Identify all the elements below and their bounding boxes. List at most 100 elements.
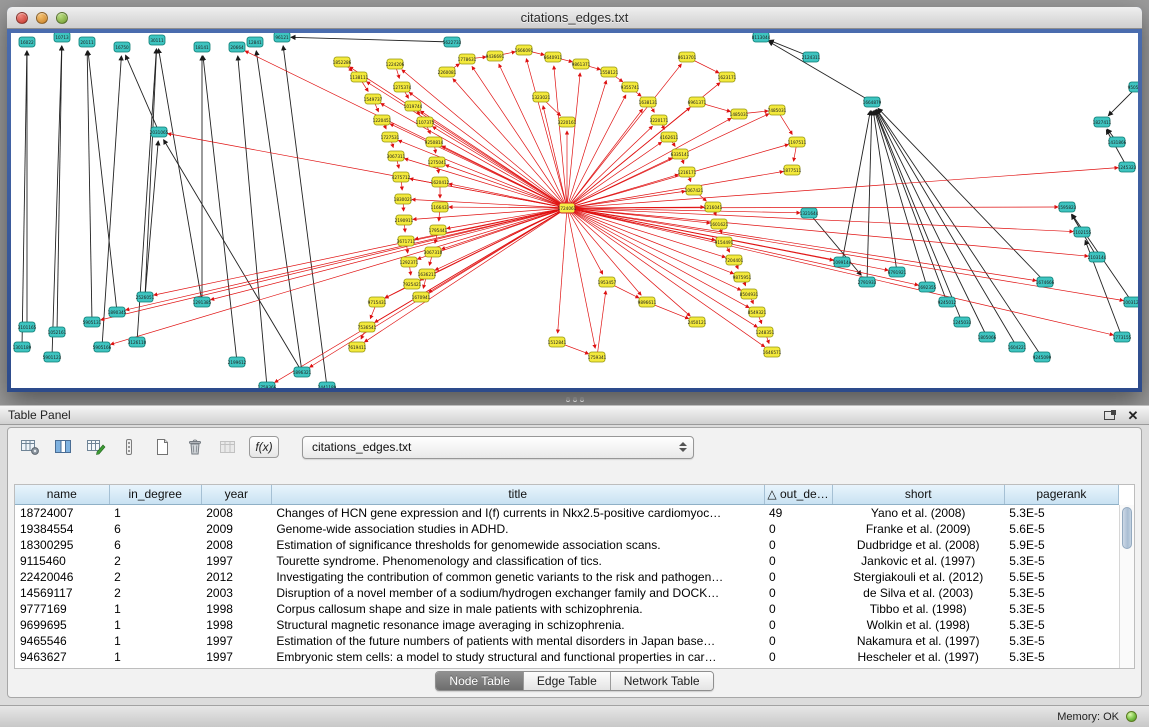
graph-node[interactable]: 1724061 [558,203,577,213]
column-header-out_de[interactable]: △ out_de… [764,485,832,504]
graph-node[interactable]: 6335141 [671,149,690,159]
graph-node[interactable]: 1107375 [416,117,435,127]
column-header-name[interactable]: name [15,485,109,504]
graph-node[interactable]: 5901123 [43,352,62,362]
table-row[interactable]: 969969511998Structural magnetic resonanc… [15,617,1119,633]
graph-node[interactable]: 1275374 [393,82,412,92]
graph-node[interactable]: 1245033 [953,317,972,327]
graph-node[interactable]: 9154491 [715,237,734,247]
scrollbar-thumb[interactable] [1122,507,1132,549]
graph-node[interactable]: 9875951 [733,272,752,282]
graph-node[interactable]: 1248351 [756,327,775,337]
graph-node[interactable]: 1291385 [193,297,212,307]
graph-node[interactable]: 1646571 [763,347,782,357]
table-row[interactable]: 1872400712008Changes of HCN gene express… [15,504,1119,521]
panel-splitter[interactable] [562,396,588,402]
graph-node[interactable]: 1664879 [863,97,882,107]
graph-node[interactable]: 1890345 [108,307,127,317]
graph-node[interactable]: 5905131 [83,317,102,327]
graph-node[interactable]: 9436691 [486,51,505,61]
graph-node[interactable]: 1099144 [833,257,852,267]
graph-node[interactable]: 1595823 [1058,202,1077,212]
new-document-icon[interactable] [150,436,174,458]
graph-node[interactable]: 1301189 [13,342,32,352]
function-builder-button[interactable]: f(x) [249,436,279,458]
graph-node[interactable]: 96121 [274,33,290,42]
graph-node[interactable]: 2199612 [228,357,247,367]
graph-node[interactable]: 1953457 [598,277,617,287]
graph-node[interactable]: 2526051 [136,292,155,302]
graph-node[interactable]: 3220161 [558,117,577,127]
graph-node[interactable]: 1623171 [718,72,737,82]
graph-node[interactable]: 20111 [79,37,95,47]
graph-node[interactable]: 7925421 [403,279,422,289]
graph-node[interactable]: 6791921 [888,267,907,277]
column-header-title[interactable]: title [271,485,764,504]
graph-node[interactable]: 9896611 [638,297,657,307]
graph-node[interactable]: 2441189 [318,382,337,388]
graph-node[interactable]: 8113044 [752,33,771,42]
graph-node[interactable]: 2124311 [802,52,821,62]
graph-node[interactable]: 2791933 [858,277,877,287]
graph-node[interactable]: 1321644 [800,208,819,218]
graph-node[interactable]: 1666091 [515,45,534,55]
graph-node[interactable]: 9505112 [1128,82,1138,92]
graph-node[interactable]: 3220171 [650,115,669,125]
graph-node[interactable]: 1805066 [978,332,997,342]
column-header-short[interactable]: short [832,485,1004,504]
graph-node[interactable]: 1216041 [704,202,723,212]
graph-node[interactable]: 12841 [247,37,263,47]
column-header-in_degree[interactable]: in_degree [109,485,201,504]
graph-node[interactable]: 1558121 [600,67,619,77]
graph-node[interactable]: 7485031 [768,105,787,115]
graph-node[interactable]: 3101165 [18,322,37,332]
graph-node[interactable]: 1431866 [1108,137,1127,147]
table-row[interactable]: 1830029562008Estimation of significance … [15,537,1119,553]
graph-node[interactable]: 1138111 [350,72,369,82]
graph-node[interactable]: 2260081 [438,67,457,77]
graph-node[interactable]: 7536541 [358,322,377,332]
graph-node[interactable]: 1216171 [678,167,697,177]
graph-node[interactable]: 1067421 [685,185,704,195]
graph-node[interactable]: 9250814 [425,137,444,147]
graph-node[interactable]: 2031065 [150,127,169,137]
graph-node[interactable]: 1220451 [373,115,392,125]
graph-node[interactable]: 1485031 [730,109,749,119]
graph-node[interactable]: 1512841 [548,337,567,347]
graph-node[interactable]: 8549321 [748,307,767,317]
graph-node[interactable]: 1674666 [1036,277,1055,287]
graph-node[interactable]: 1727531 [381,132,400,142]
table-row[interactable]: 946362711997Embryonic stem cells: a mode… [15,649,1119,665]
column-header-year[interactable]: year [201,485,271,504]
graph-node[interactable]: 1224206 [386,59,405,69]
graph-node[interactable]: 5905166 [93,342,112,352]
table-scrollbar[interactable] [1119,505,1134,668]
tab-node-table[interactable]: Node Table [436,672,524,690]
graph-node[interactable]: 1638131 [639,97,658,107]
graph-node[interactable]: 3067311 [387,151,406,161]
graph-node[interactable]: 18141 [194,42,210,52]
tab-edge-table[interactable]: Edge Table [524,672,611,690]
graph-node[interactable]: 8504931 [740,289,759,299]
column-settings-icon[interactable] [18,436,42,458]
table-row[interactable]: 911546021997Tourette syndrome. Phenomeno… [15,553,1119,569]
graph-node[interactable]: 1896321 [293,367,312,377]
graph-node[interactable]: 4275712 [392,172,411,182]
graph-node[interactable]: 1323021 [532,92,551,102]
column-header-pagerank[interactable]: pagerank [1004,485,1118,504]
graph-node[interactable]: 1245323 [1118,162,1137,172]
graph-node[interactable]: 1778631 [458,54,477,64]
graph-node[interactable]: 8613701 [678,52,697,62]
close-window-button[interactable] [16,12,28,24]
network-canvas[interactable]: 1724061185228612242061138111127537415497… [11,33,1138,388]
graph-node[interactable]: 1773155 [1113,332,1132,342]
graph-node[interactable]: 20664 [229,42,245,52]
row-tools-icon[interactable] [117,436,141,458]
edit-table-icon[interactable] [84,436,108,458]
graph-node[interactable]: 1052161 [48,327,67,337]
graph-node[interactable]: 1759341 [588,352,607,362]
show-columns-icon[interactable] [51,436,75,458]
close-panel-icon[interactable]: ✕ [1125,408,1141,422]
graph-node[interactable]: 9715431 [368,297,387,307]
graph-node[interactable]: 1670941 [412,292,431,302]
